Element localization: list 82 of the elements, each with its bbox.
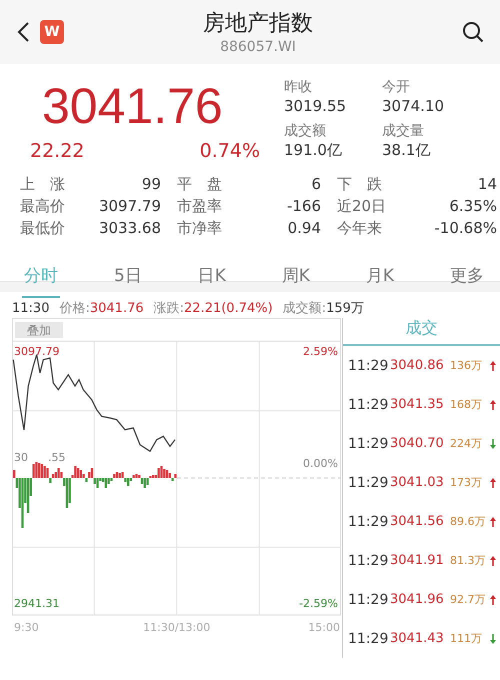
axis-label: 2941.31	[14, 597, 60, 610]
stat-label: 今年来	[337, 218, 382, 238]
chart-tab[interactable]: 5日	[112, 264, 144, 298]
stat-value: 6.35%	[448, 196, 497, 216]
axis-label: .55	[48, 451, 66, 464]
stat-value: -10.68%	[433, 218, 497, 238]
trade-volume: 92.7万	[450, 592, 486, 607]
trade-volume: 81.3万	[450, 553, 486, 568]
trade-price: 3041.56	[390, 514, 445, 529]
trade-price: 3041.03	[390, 475, 445, 490]
change-label: 涨跌:	[154, 300, 184, 317]
trade-volume: 173万	[450, 475, 483, 490]
cursor-turnover: 159万	[326, 300, 364, 317]
stat-value: 6	[310, 174, 322, 194]
stat-value: 14	[476, 174, 497, 194]
axis-label: 30	[14, 451, 28, 464]
trade-volume: 168万	[450, 397, 483, 412]
trade-time: 11:29	[348, 514, 390, 530]
summary-label: 成交量	[382, 122, 425, 140]
trade-price: 3041.96	[390, 592, 445, 607]
axis-label: 0.00%	[303, 457, 338, 470]
stat-label: 上 涨	[20, 174, 65, 194]
stat-label: 下 跌	[337, 174, 382, 194]
cursor-time: 11:30	[12, 300, 50, 316]
axis-label: 2.59%	[303, 345, 338, 358]
chart-tab[interactable]: 更多	[448, 264, 486, 298]
stat-label: 平 盘	[177, 174, 222, 194]
stat-label: 最低价	[20, 218, 65, 238]
stat-label: 市盈率	[177, 196, 222, 216]
trade-time: 11:29	[348, 358, 390, 374]
summary-label: 今开	[382, 78, 411, 96]
change-percent: 0.74%	[200, 140, 260, 162]
trade-volume: 111万	[450, 631, 483, 646]
stat-value: 3097.79	[98, 196, 162, 216]
chart-tab[interactable]: 日K	[196, 264, 228, 298]
trade-price: 3040.86	[390, 358, 445, 373]
cursor-change: 22.21(0.74%)	[184, 300, 273, 316]
trade-time: 11:29	[348, 630, 390, 646]
summary-value: 3019.55	[284, 96, 348, 116]
overlay-button[interactable]: 叠加	[15, 322, 63, 338]
axis-label: -2.59%	[299, 597, 338, 610]
trade-time: 11:29	[348, 436, 390, 452]
back-icon[interactable]	[16, 21, 30, 43]
price-change: 22.22	[30, 140, 84, 162]
trade-price: 3040.70	[390, 436, 445, 451]
stat-value: -166	[286, 196, 322, 216]
trade-price: 3041.91	[390, 553, 445, 568]
search-icon[interactable]	[462, 21, 484, 43]
summary-label: 昨收	[284, 78, 313, 96]
turnover-label: 成交额:	[282, 300, 326, 317]
app-logo[interactable]: W	[40, 20, 64, 44]
summary-value: 3074.10	[382, 96, 446, 116]
time-label: 15:00	[308, 621, 340, 634]
axis-label: 3097.79	[14, 345, 60, 358]
stat-value: 3033.68	[98, 218, 162, 238]
time-label: 11:30/13:00	[143, 621, 210, 634]
trade-price: 3041.43	[390, 631, 445, 646]
trade-time: 11:29	[348, 592, 390, 608]
summary-value: 191.0亿	[284, 140, 343, 160]
summary-value: 38.1亿	[382, 140, 432, 160]
chart-tab[interactable]: 月K	[364, 264, 396, 298]
trade-volume: 89.6万	[450, 514, 486, 529]
chart-tab[interactable]: 周K	[280, 264, 312, 298]
price-label: 价格:	[59, 300, 90, 317]
stat-value: 99	[140, 174, 162, 194]
trade-time: 11:29	[348, 396, 390, 412]
stat-label: 最高价	[20, 196, 65, 216]
stat-label: 市净率	[177, 218, 222, 238]
current-price: 3041.76	[41, 78, 224, 134]
trade-time: 11:29	[348, 474, 390, 490]
stat-value: 0.94	[286, 218, 322, 238]
stat-label: 近20日	[337, 196, 386, 216]
trade-volume: 136万	[450, 358, 483, 373]
time-label: 9:30	[14, 621, 39, 634]
page-title: 房地产指数	[203, 10, 313, 38]
index-code: 886057.WI	[220, 39, 296, 55]
trade-time: 11:29	[348, 552, 390, 568]
cursor-price: 3041.76	[90, 300, 144, 316]
trades-tab[interactable]: 成交	[343, 318, 500, 346]
trade-price: 3041.35	[390, 397, 445, 412]
trade-volume: 224万	[450, 436, 483, 451]
summary-label: 成交额	[284, 122, 327, 140]
